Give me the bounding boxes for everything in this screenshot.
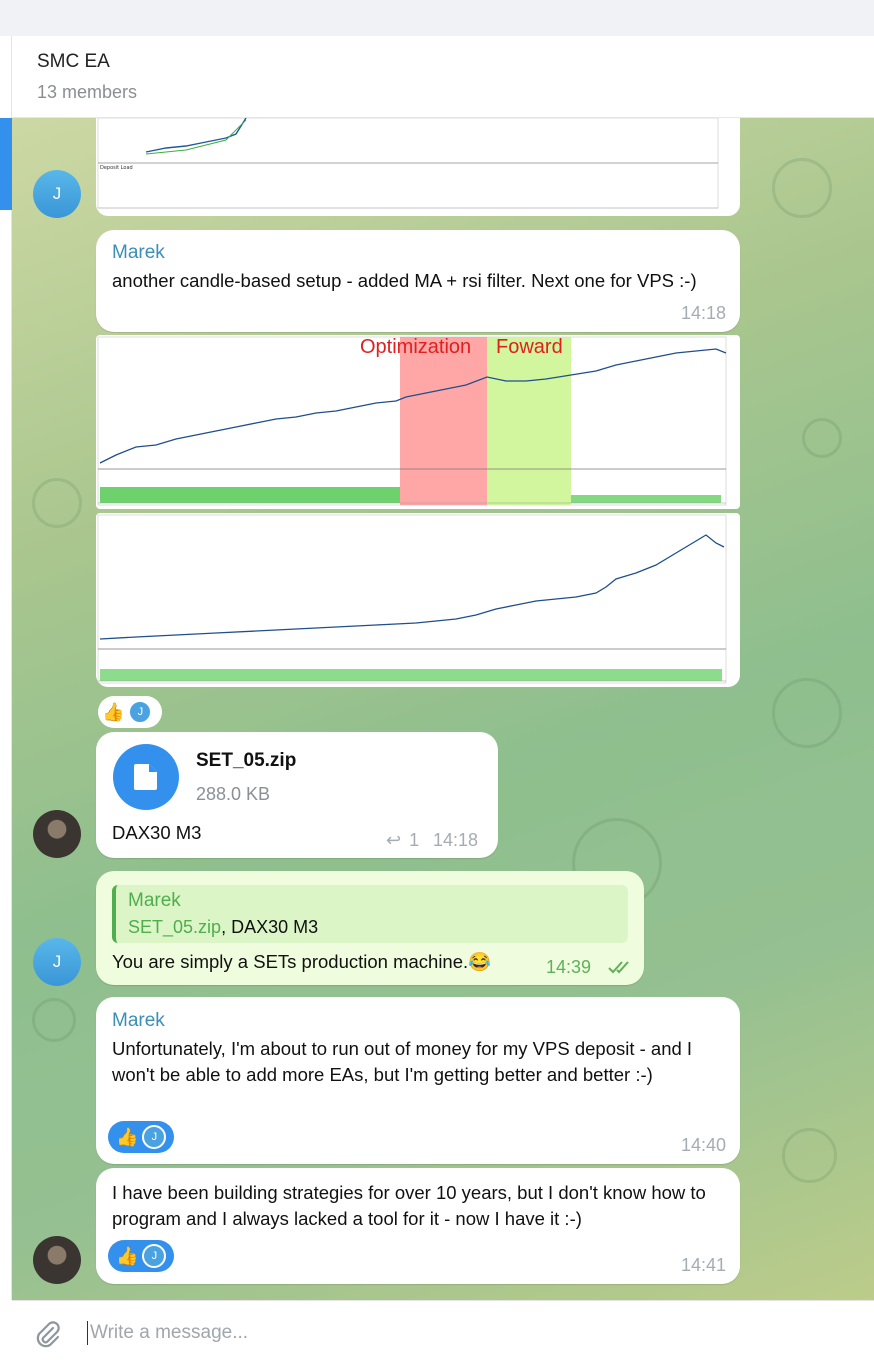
optimization-label: Optimization (360, 336, 472, 358)
wallpaper-doodle (772, 678, 842, 748)
reply-count-value: 1 (409, 830, 420, 850)
file-name[interactable]: SET_05.zip (196, 750, 296, 772)
quote-preview: SET_05.zip, DAX30 M3 (128, 917, 318, 938)
message-body: You are simply a SETs production machine… (112, 951, 469, 972)
quoted-message[interactable]: Marek SET_05.zip, DAX30 M3 (112, 885, 628, 943)
reaction-thumbs-up[interactable]: 👍 J (108, 1121, 174, 1153)
deposit-load-bars (100, 669, 722, 681)
quote-file: SET_05.zip (128, 917, 222, 937)
svg-text:Deposit Load: Deposit Load (100, 165, 133, 171)
message-text: Unfortunately, I'm about to run out of m… (112, 1038, 693, 1085)
chart-equity-svg (97, 514, 727, 684)
avatar-marek[interactable] (33, 1236, 81, 1284)
message-time: 14:39 (546, 957, 592, 977)
message-input[interactable] (90, 1315, 790, 1351)
joy-emoji: 😂 (468, 951, 492, 972)
chat-header[interactable]: SMC EA 13 members (12, 36, 874, 118)
message-text: another candle-based setup - added MA + … (112, 270, 697, 291)
message-time: 14:18 (680, 303, 726, 323)
double-check-icon (608, 961, 629, 974)
chart-image-top[interactable]: Deposit Load (96, 118, 740, 216)
member-count: 13 members (37, 82, 138, 102)
reactor-avatar: J (128, 700, 153, 724)
sender-name[interactable]: Marek (112, 1010, 165, 1032)
message-bubble[interactable]: Marek Unfortunately, I'm about to run ou… (96, 997, 740, 1164)
reply-count[interactable]: ↩ 1 (386, 830, 419, 851)
file-glyph (134, 764, 157, 790)
chart-image-equity[interactable] (96, 513, 740, 687)
forward-band (487, 337, 571, 505)
reactor-avatar: J (142, 1125, 167, 1149)
reactor-avatar: J (142, 1244, 167, 1268)
wallpaper-doodle (32, 478, 82, 528)
window-top-strip (0, 0, 874, 36)
message-text: You are simply a SETs production machine… (112, 949, 491, 975)
chart-top-svg: Deposit Load (97, 118, 719, 209)
thumbs-up-icon: 👍 (116, 1126, 139, 1147)
message-bubble[interactable]: I have been building strategies for over… (96, 1168, 740, 1284)
own-message-bubble[interactable]: Marek SET_05.zip, DAX30 M3 You are simpl… (96, 871, 644, 985)
paperclip-icon[interactable] (32, 1319, 64, 1351)
chart-optimization-svg (97, 336, 727, 506)
text-caret (87, 1321, 88, 1345)
wallpaper-doodle (802, 418, 842, 458)
quote-sender: Marek (128, 890, 181, 911)
message-area[interactable]: Deposit Load J Marek another candle-base… (12, 118, 874, 1300)
message-bubble[interactable]: Marek another candle-based setup - added… (96, 230, 740, 332)
thumbs-up-icon: 👍 (102, 701, 125, 722)
file-caption: DAX30 M3 (112, 822, 202, 843)
avatar-marek[interactable] (33, 810, 81, 858)
wallpaper-doodle (772, 158, 832, 218)
active-chat-marker (0, 118, 12, 210)
optimization-band (400, 337, 487, 505)
file-message-bubble[interactable]: SET_05.zip 288.0 KB DAX30 M3 ↩ 1 14:18 (96, 732, 498, 858)
message-time: 14:40 (680, 1135, 726, 1155)
wallpaper-doodle (782, 1128, 837, 1183)
sender-name[interactable]: Marek (112, 242, 165, 264)
reaction-thumbs-up[interactable]: 👍 J (98, 696, 162, 728)
quote-rest: , DAX30 M3 (221, 917, 319, 937)
chat-list-edge (0, 36, 12, 1300)
message-composer (12, 1300, 874, 1369)
file-icon[interactable] (113, 744, 179, 810)
avatar-j[interactable]: J (33, 938, 81, 986)
message-time: 14:18 (433, 830, 479, 850)
wallpaper-doodle (32, 998, 76, 1042)
avatar-initial: J (52, 952, 62, 971)
forward-label: Foward (496, 336, 563, 358)
thumbs-up-icon: 👍 (116, 1245, 139, 1266)
avatar-j[interactable]: J (33, 170, 81, 218)
chat-title[interactable]: SMC EA (37, 51, 110, 73)
reply-icon: ↩ (386, 830, 402, 850)
message-text: I have been building strategies for over… (112, 1182, 706, 1229)
message-time: 14:41 (680, 1255, 726, 1275)
file-size: 288.0 KB (196, 784, 271, 804)
reaction-thumbs-up[interactable]: 👍 J (108, 1240, 174, 1272)
chart-image-optimization[interactable]: Optimization Foward (96, 335, 740, 509)
avatar-initial: J (52, 184, 62, 203)
